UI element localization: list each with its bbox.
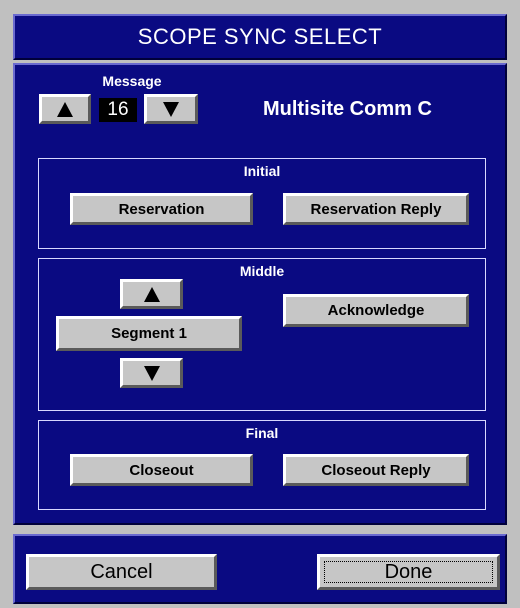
dialog-title-text: SCOPE SYNC SELECT <box>137 24 383 49</box>
message-name: Multisite Comm C <box>263 98 432 120</box>
closeout-reply-button[interactable]: Closeout Reply <box>283 454 469 486</box>
message-down-button[interactable] <box>144 94 198 124</box>
done-label: Done <box>384 560 433 583</box>
arrow-up-icon <box>143 286 160 302</box>
arrow-down-icon <box>163 101 179 117</box>
final-group: Final Closeout Closeout Reply <box>38 420 486 510</box>
acknowledge-button[interactable]: Acknowledge <box>283 294 469 327</box>
message-up-button[interactable] <box>39 94 91 124</box>
message-label: Message <box>102 73 162 89</box>
done-button[interactable]: Done <box>317 554 500 590</box>
segment-up-button[interactable] <box>120 279 183 309</box>
middle-label: Middle <box>239 263 285 279</box>
closeout-button[interactable]: Closeout <box>70 454 253 486</box>
initial-group: Initial Reservation Reservation Reply <box>38 158 486 249</box>
reservation-reply-button[interactable]: Reservation Reply <box>283 193 469 225</box>
segment-down-button[interactable] <box>120 358 183 388</box>
arrow-up-icon <box>57 101 73 117</box>
final-label: Final <box>245 425 279 441</box>
cancel-button[interactable]: Cancel <box>26 554 217 590</box>
message-number: 16 <box>99 98 137 122</box>
segment-button[interactable]: Segment 1 <box>56 316 242 351</box>
initial-label: Initial <box>243 163 281 179</box>
middle-group: Middle Segment 1 Acknowledge <box>38 258 486 411</box>
reservation-button[interactable]: Reservation <box>70 193 253 225</box>
done-focus-ring: Done <box>324 561 493 583</box>
arrow-down-icon <box>143 365 160 381</box>
dialog-title: SCOPE SYNC SELECT <box>13 14 507 60</box>
footer-panel: Cancel Done <box>13 534 507 604</box>
main-panel: Message 16 Multisite Comm C Initial Rese… <box>13 63 507 525</box>
